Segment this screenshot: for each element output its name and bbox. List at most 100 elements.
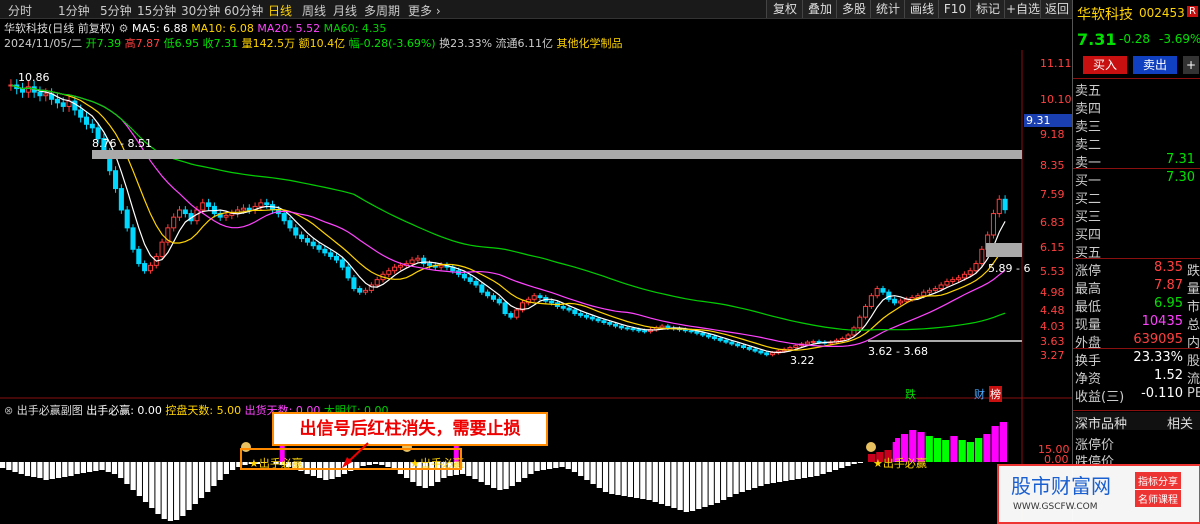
- period-tab-monthly[interactable]: 月线: [333, 2, 357, 19]
- close-indicator-icon[interactable]: ⊗: [4, 404, 13, 417]
- candle-body: [118, 188, 124, 211]
- histogram-bar: [472, 462, 478, 479]
- tool-draw-button[interactable]: 画线: [904, 0, 939, 18]
- candle-body: [787, 347, 793, 350]
- candle-body: [333, 255, 340, 261]
- period-tab-weekly[interactable]: 周线: [302, 2, 326, 19]
- candle-body: [83, 116, 90, 125]
- period-tab-30min[interactable]: 30分钟: [181, 2, 220, 19]
- indicator-bar: [983, 434, 991, 462]
- histogram-bar: [571, 462, 578, 472]
- divider: [1073, 348, 1200, 349]
- low-band-label: 3.62 - 3.68: [868, 345, 928, 358]
- candle-body: [316, 245, 322, 250]
- period-tab-15min[interactable]: 15分钟: [137, 2, 176, 19]
- watermark-title: 股市财富网: [1011, 474, 1111, 498]
- stat2-label: 换手: [1075, 354, 1102, 369]
- ma10-line: [10, 84, 1006, 351]
- candle-body: [502, 302, 508, 315]
- right-band: [986, 243, 1022, 257]
- histogram-bar: [634, 462, 640, 498]
- period-tab-daily[interactable]: 日线: [268, 2, 292, 19]
- candle-body: [322, 248, 328, 254]
- period-tab-60min[interactable]: 60分钟: [224, 2, 263, 19]
- high-label: 10.86: [18, 71, 50, 84]
- histogram-bar: [714, 462, 721, 503]
- price-row: 7.31 -0.28 -3.69%: [1073, 28, 1200, 50]
- related-tab[interactable]: 相关: [1167, 413, 1193, 432]
- sell-row: 卖一 7.31: [1075, 152, 1200, 171]
- candle-body: [752, 348, 758, 352]
- histogram-bar: [186, 462, 192, 510]
- candle-body: [583, 314, 590, 318]
- stat-suffix: 市: [1187, 300, 1200, 315]
- histogram-bar: [37, 462, 43, 478]
- watermark-tag2: 名师课程: [1135, 490, 1181, 507]
- candle-body: [136, 248, 142, 265]
- stat-suffix: 跌: [1187, 264, 1200, 279]
- period-tab-1min[interactable]: 1分钟: [58, 2, 90, 19]
- candle-body: [397, 264, 403, 268]
- tag-bang[interactable]: 榜: [989, 386, 1002, 402]
- candle-body: [758, 350, 764, 354]
- histogram-bar: [758, 462, 764, 486]
- sell-row: 卖四: [1075, 98, 1200, 117]
- expand-button[interactable]: +: [1183, 56, 1199, 74]
- stat-row: 最低 6.95 市: [1075, 296, 1200, 315]
- tag-die[interactable]: 跌: [905, 386, 916, 402]
- candle-body: [264, 202, 270, 206]
- histogram-bar: [142, 462, 149, 502]
- histogram-bar: [205, 462, 211, 492]
- period-tab-5min[interactable]: 5分钟: [100, 2, 132, 19]
- tag-cai[interactable]: 财: [974, 386, 985, 402]
- stat2-label: 净资: [1075, 372, 1102, 387]
- period-tab-fenshi[interactable]: 分时: [8, 2, 32, 19]
- candle-body: [770, 352, 776, 356]
- candle-body: [851, 327, 857, 336]
- histogram-bar: [136, 462, 142, 496]
- histogram-bar: [217, 462, 223, 480]
- candle-body: [363, 289, 369, 293]
- candle-body: [839, 338, 845, 341]
- buy-button[interactable]: 买入: [1083, 56, 1127, 74]
- candle-body: [89, 123, 95, 129]
- ma5-line: [10, 84, 1006, 354]
- stat-value: 7.87: [1154, 278, 1183, 293]
- histogram-bar: [484, 462, 491, 485]
- candle-body: [357, 288, 363, 293]
- stock-header: 华软科技 002453 R: [1073, 0, 1200, 28]
- stat2-value: 23.33%: [1133, 350, 1183, 365]
- candle-body: [740, 345, 747, 349]
- tool-f10-button[interactable]: F10: [938, 0, 971, 18]
- candle-body: [339, 259, 345, 268]
- buy-row: 买三: [1075, 206, 1200, 225]
- candle-body: [897, 300, 903, 304]
- buy-row: 买二: [1075, 188, 1200, 207]
- candle-body: [938, 284, 944, 290]
- histogram-bar: [149, 462, 155, 508]
- histogram-bar: [839, 462, 845, 468]
- histogram-bar: [652, 462, 658, 502]
- stat-value: 10435: [1141, 314, 1183, 329]
- price-tick-highlight: 9.31: [1024, 114, 1074, 127]
- price-tick: 6.15: [1040, 241, 1065, 254]
- tool-mark-button[interactable]: 标记: [970, 0, 1005, 18]
- tool-fuquan-button[interactable]: 复权: [766, 0, 803, 18]
- sector-tab[interactable]: 深市品种: [1075, 413, 1127, 432]
- buy-label: 买二: [1075, 192, 1102, 207]
- tool-stats-button[interactable]: 统计: [870, 0, 905, 18]
- histogram-bar: [590, 462, 596, 484]
- price-tick: 4.03: [1040, 320, 1065, 333]
- histogram-bar: [497, 462, 503, 490]
- tool-overlay-button[interactable]: 叠加: [802, 0, 837, 18]
- sell-label: 卖四: [1075, 102, 1102, 117]
- period-tab-more[interactable]: 更多 ›: [408, 2, 441, 19]
- candle-body: [409, 259, 415, 265]
- candle-body: [630, 328, 636, 331]
- low-band: [868, 340, 1022, 342]
- sell-button[interactable]: 卖出: [1133, 56, 1177, 74]
- tool-multistock-button[interactable]: 多股: [836, 0, 871, 18]
- period-tab-multi[interactable]: 多周期: [364, 2, 400, 19]
- histogram-bar: [602, 462, 609, 492]
- stop-loss-note: 出信号后红柱消失，需要止损: [272, 412, 548, 446]
